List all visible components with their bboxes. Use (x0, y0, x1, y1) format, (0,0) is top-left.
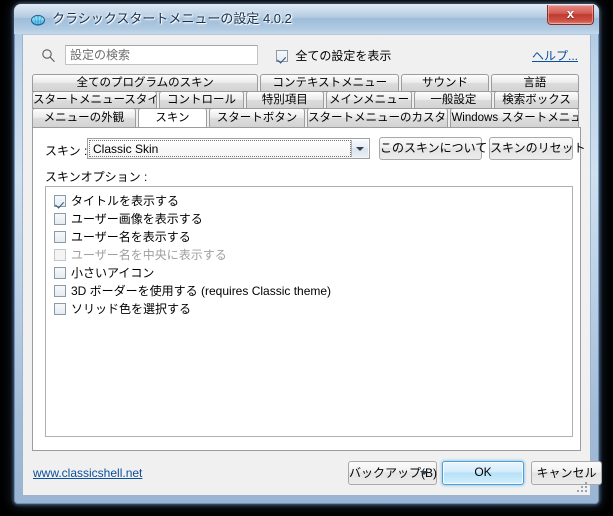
resize-grip[interactable] (576, 481, 587, 492)
skin-combobox-value: Classic Skin (89, 140, 351, 157)
tab-r3-4[interactable]: スタートメニューのカスタマイズ (307, 108, 449, 128)
skin-option-row[interactable]: ユーザー名を表示する (46, 228, 572, 246)
tab-r1-4[interactable]: 言語 (490, 74, 579, 92)
tab-r3-1[interactable]: メニューの外観 (32, 108, 136, 128)
skin-option-row[interactable]: 3D ボーダーを使用する (requires Classic theme) (46, 282, 572, 300)
skin-option-checkbox[interactable] (54, 231, 66, 243)
show-all-settings-checkbox[interactable]: 全ての設定を表示 (276, 47, 391, 63)
search-icon (41, 48, 56, 63)
skin-option-checkbox[interactable] (54, 267, 66, 279)
skin-option-row: ユーザー名を中央に表示する (46, 246, 572, 264)
cancel-button[interactable]: キャンセル (531, 461, 602, 485)
skin-tab-panel: スキン : Classic Skin このスキンについて スキンのリセット スキ… (32, 127, 586, 451)
skin-option-checkbox[interactable] (54, 213, 66, 225)
tab-row-3: メニューの外観スキンスタートボタンスタートメニューのカスタマイズWindows … (32, 108, 581, 128)
ok-button[interactable]: OK (442, 461, 524, 485)
tab-r3-5[interactable]: Windows スタートメニュー (450, 108, 579, 128)
tab-r1-1[interactable]: 全てのプログラムのスキン (32, 74, 259, 92)
skin-option-row[interactable]: タイトルを表示する (46, 192, 572, 210)
tab-r2-6[interactable]: 検索ボックス (494, 91, 579, 109)
skin-option-label: 小さいアイコン (71, 266, 155, 280)
skin-options-list[interactable]: タイトルを表示するユーザー画像を表示する ユーザー名を表示するユーザー名を中央に表… (45, 186, 573, 437)
skin-combobox[interactable]: Classic Skin (87, 138, 370, 159)
skin-label: スキン : (45, 144, 88, 158)
about-skin-button[interactable]: このスキンについて (379, 137, 487, 160)
chevron-down-icon (356, 146, 364, 151)
tab-r2-2[interactable]: コントロール (159, 91, 244, 109)
skin-option-checkbox (54, 249, 66, 261)
skin-option-row[interactable]: ソリッド色を選択する (46, 300, 572, 318)
skin-combobox-arrow[interactable] (351, 140, 368, 157)
tab-r3-2[interactable]: スキン (137, 108, 208, 128)
show-all-settings-label: 全ての設定を表示 (295, 49, 392, 63)
settings-window: クラシックスタートメニューの設定 4.0.2 x 全ての設定を表示 ヘルプ...… (14, 4, 602, 504)
skin-option-label: ソリッド色を選択する (71, 302, 192, 316)
skin-option-label: タイトルを表示する (71, 194, 180, 208)
tab-r1-2[interactable]: コンテキストメニュー (260, 74, 400, 92)
tab-row-1: 全てのプログラムのスキン コンテキストメニュー サウンド 言語 (32, 74, 581, 92)
tab-row-2: スタートメニュースタイル コントロール 特別項目 メインメニュー 一般設定 検索ボックス (32, 91, 581, 109)
show-all-settings-checkbox-box[interactable] (276, 50, 288, 62)
tab-r2-1[interactable]: スタートメニュースタイル (32, 91, 158, 109)
skin-option-label: ユーザー画像を表示する (71, 212, 203, 226)
skin-option-label: ユーザー名を表示する (71, 230, 191, 244)
classic-shell-icon (30, 11, 46, 27)
tab-r3-3[interactable]: スタートボタン (209, 108, 306, 128)
chevron-down-icon (420, 471, 428, 475)
skin-option-checkbox[interactable] (54, 285, 66, 297)
window-title: クラシックスタートメニューの設定 4.0.2 (52, 11, 292, 26)
tab-r2-4[interactable]: メインメニュー (325, 91, 413, 109)
dialog-client-area: 全ての設定を表示 ヘルプ... 全てのプログラムのスキンコンテキストメニューサウ… (22, 34, 602, 496)
skin-option-label: 3D ボーダーを使用する (requires Classic theme) (71, 284, 332, 298)
skin-option-label: ユーザー名を中央に表示する (71, 248, 227, 262)
skin-option-checkbox[interactable] (54, 303, 66, 315)
tab-strip: 全てのプログラムのスキン コンテキストメニュー サウンド 言語 スタートメニュースタイ… (32, 74, 581, 128)
search-input[interactable] (65, 45, 258, 65)
dialog-footer: www.classicshell.net バックアップ(B) OK キャンセル (23, 451, 602, 495)
search-row: 全ての設定を表示 ヘルプ... (23, 44, 590, 68)
help-link[interactable]: ヘルプ... (532, 47, 578, 64)
skin-option-row[interactable]: ユーザー画像を表示する (46, 210, 572, 228)
skin-options-label: スキンオプション : (45, 170, 148, 184)
title-bar[interactable]: クラシックスタートメニューの設定 4.0.2 x (14, 4, 599, 34)
backup-button[interactable]: バックアップ(B) (348, 461, 437, 485)
tab-r2-5[interactable]: 一般設定 (414, 91, 493, 109)
skin-option-row[interactable]: 小さいアイコン (46, 264, 572, 282)
reset-skin-button[interactable]: スキンのリセット (489, 137, 586, 160)
close-icon[interactable]: x (547, 5, 594, 25)
skin-option-checkbox[interactable] (54, 195, 66, 207)
tab-r1-3[interactable]: サウンド (401, 74, 489, 92)
tab-r2-3[interactable]: 特別項目 (245, 91, 324, 109)
website-link[interactable]: www.classicshell.net (33, 466, 142, 480)
